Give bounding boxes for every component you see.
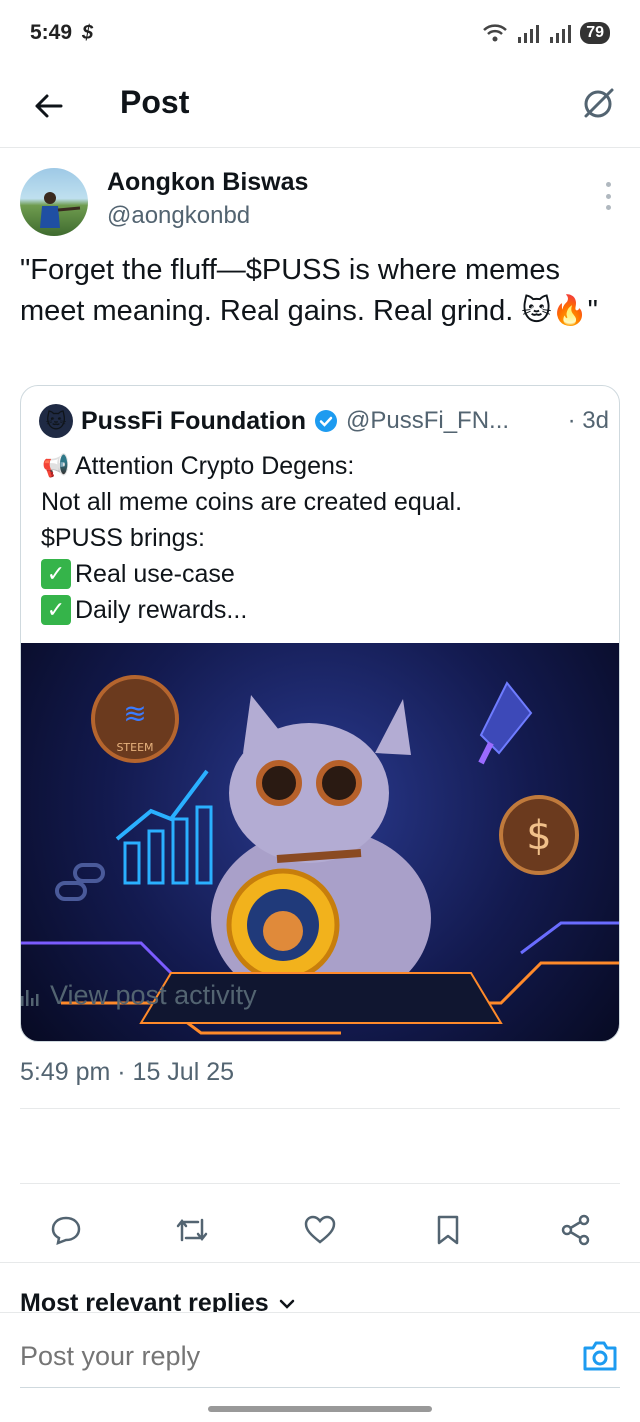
wifi-icon — [483, 24, 508, 42]
signal-icon — [518, 25, 540, 43]
battery-indicator: 79 — [580, 22, 610, 44]
camera-icon — [583, 1341, 617, 1371]
quoted-post[interactable]: 🐱 PussFi Foundation @PussFi_FN... · 3d 📢… — [20, 385, 620, 1042]
avatar-person-image — [40, 192, 81, 228]
more-options-button[interactable] — [602, 182, 614, 210]
more-dot — [605, 193, 611, 199]
svg-text:$: $ — [526, 813, 551, 859]
home-indicator[interactable] — [208, 1406, 432, 1412]
camera-button[interactable] — [582, 1339, 618, 1373]
quoted-post-text: 📢 Attention Crypto Degens: Not all meme c… — [41, 448, 601, 628]
quoted-line: Daily rewards... — [75, 596, 248, 624]
status-bar: 5:49 $ 79 — [0, 0, 640, 66]
check-mark-icon: ✓ — [41, 595, 71, 625]
more-dot — [605, 182, 611, 187]
share-button[interactable] — [554, 1208, 598, 1252]
heart-icon — [304, 1215, 336, 1244]
author-handle[interactable]: @aongkonbd — [107, 202, 250, 230]
reply-underline — [20, 1387, 620, 1388]
avatar[interactable] — [20, 168, 88, 236]
like-button[interactable] — [298, 1208, 342, 1252]
activity-label: View post activity — [50, 980, 257, 1010]
quoted-line: Real use-case — [75, 560, 235, 588]
bookmark-icon — [437, 1215, 459, 1245]
author-name[interactable]: Aongkon Biswas — [107, 168, 308, 197]
app-notification-icon: $ — [82, 21, 94, 44]
post-timestamp: 5:49 pm · 15 Jul 25 — [20, 1058, 235, 1086]
reply-input[interactable] — [20, 1341, 520, 1372]
top-app-bar: Post — [0, 66, 640, 148]
quoted-post-time: · 3d — [567, 407, 609, 434]
reply-icon — [51, 1216, 81, 1245]
quoted-line: Attention Crypto Degens: — [75, 452, 355, 480]
grok-button[interactable] — [576, 82, 620, 126]
steem-coin-label: STEEM — [116, 741, 153, 754]
quoted-author-avatar: 🐱 — [39, 404, 73, 438]
share-icon — [561, 1214, 590, 1246]
verified-badge-icon — [315, 410, 337, 432]
repost-button[interactable] — [170, 1208, 214, 1252]
quoted-line: $PUSS brings: — [41, 524, 205, 552]
check-mark-icon: ✓ — [41, 559, 71, 589]
svg-text:≋: ≋ — [123, 697, 146, 730]
analytics-icon — [21, 989, 39, 1006]
bookmark-button[interactable] — [426, 1208, 470, 1252]
grok-icon — [584, 88, 614, 118]
megaphone-icon: 📢 — [42, 453, 70, 478]
quoted-line: Not all meme coins are created equal. — [41, 488, 463, 516]
replies-section: Most relevant replies — [0, 1262, 640, 1317]
quoted-post-header: 🐱 PussFi Foundation @PussFi_FN... · 3d — [39, 404, 609, 438]
repost-icon — [176, 1218, 208, 1242]
view-post-activity-link[interactable]: View post activity — [20, 980, 257, 1011]
signal-icon-2 — [550, 25, 572, 43]
post-text: "Forget the fluff—$PUSS is where memes m… — [20, 254, 598, 327]
divider — [20, 1183, 620, 1184]
more-dot — [605, 205, 611, 210]
status-time: 5:49 — [30, 21, 73, 44]
reply-composer — [0, 1312, 640, 1402]
back-button[interactable] — [28, 86, 68, 126]
quoted-author-name: PussFi Foundation — [81, 406, 306, 435]
reply-button[interactable] — [44, 1208, 88, 1252]
chevron-down-icon — [279, 1299, 294, 1309]
action-bar — [0, 1196, 640, 1266]
quoted-author-handle: @PussFi_FN... — [346, 407, 510, 434]
divider — [20, 1108, 620, 1109]
arrow-left-icon — [35, 94, 63, 118]
page-title: Post — [120, 84, 190, 120]
